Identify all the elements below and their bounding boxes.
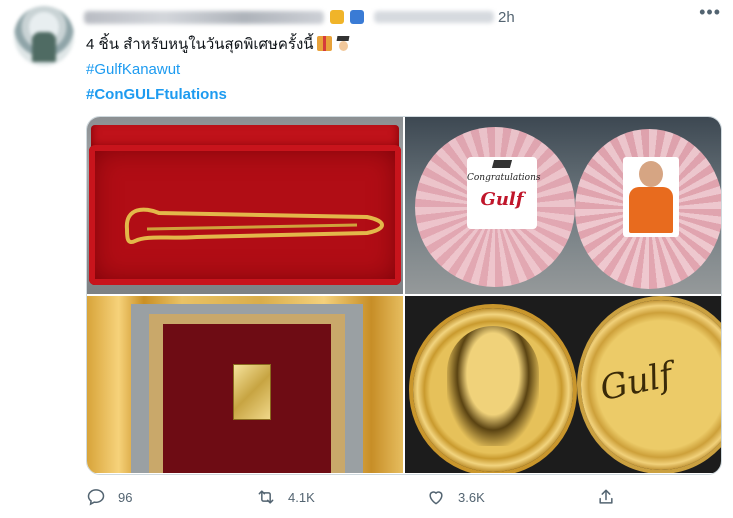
gold-chain-graphic: [124, 207, 384, 244]
action-bar: 96 4.1K 3.6K: [86, 482, 720, 512]
graduation-cap-icon: [491, 160, 513, 168]
congrats-card: Congratulations Gulf: [467, 157, 541, 229]
avatar[interactable]: [14, 6, 74, 66]
share-button[interactable]: [596, 487, 696, 507]
card-name-text: Gulf: [480, 189, 524, 210]
timestamp[interactable]: 2h: [498, 9, 515, 26]
retweet-count: 4.1K: [288, 489, 315, 505]
photo-necklace-box[interactable]: [87, 117, 403, 294]
photo-money-bouquets[interactable]: Congratulations Gulf: [405, 117, 721, 294]
photo-gold-frame[interactable]: [87, 296, 403, 473]
emoji-icon: [350, 10, 364, 24]
retweet-button[interactable]: 4.1K: [256, 487, 426, 507]
tweet-text-line: 4 ชิ้น สำหรับหนูในวันสุดพิเศษครั้งนี้: [86, 36, 314, 53]
card-congrats-text: Congratulations: [467, 173, 541, 183]
like-button[interactable]: 3.6K: [426, 487, 596, 507]
more-icon[interactable]: •••: [699, 2, 721, 23]
reply-button[interactable]: 96: [86, 487, 256, 507]
emoji-icon: [330, 10, 344, 24]
retweet-icon: [258, 490, 274, 504]
graduate-icon: [335, 36, 351, 52]
graduate-portrait: [623, 157, 679, 237]
hashtag-link[interactable]: #ConGULFtulations: [86, 82, 351, 107]
gift-icon: [316, 36, 332, 51]
media-grid: Congratulations Gulf Gulf: [86, 116, 722, 475]
hashtag-link[interactable]: #GulfKanawut: [86, 57, 351, 82]
share-icon: [599, 489, 613, 504]
like-count: 3.6K: [458, 489, 485, 505]
reply-icon: [87, 489, 105, 506]
display-name-blurred[interactable]: [84, 10, 324, 24]
engraved-face: [447, 326, 539, 446]
gold-plate: [233, 364, 271, 420]
tweet-text: 4 ชิ้น สำหรับหนูในวันสุดพิเศษครั้งนี้ #G…: [86, 32, 351, 107]
photo-gold-medallions[interactable]: Gulf: [405, 296, 721, 473]
heart-icon: [429, 491, 443, 505]
reply-count: 96: [118, 489, 133, 505]
tweet-header: 2h: [84, 6, 724, 28]
username-blurred[interactable]: [374, 11, 494, 23]
